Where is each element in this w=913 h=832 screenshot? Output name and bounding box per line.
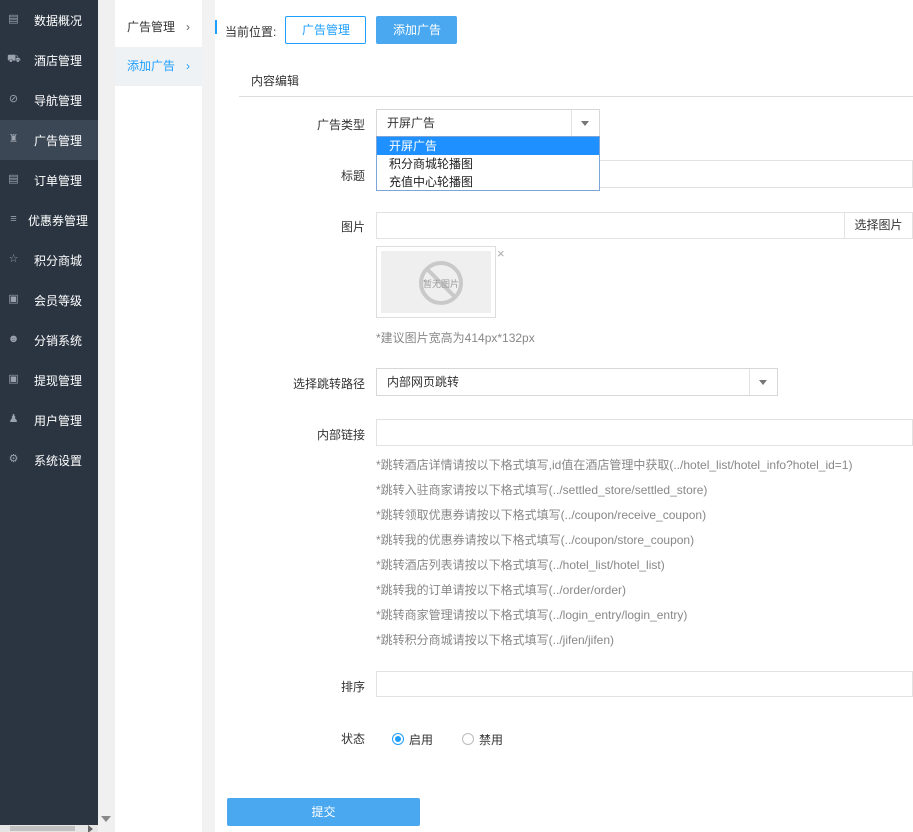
inner-link-hint: *跳转酒店列表请按以下格式填写(../hotel_list/hotel_list… [376,558,665,572]
ad-type-select[interactable]: 开屏广告 [376,109,600,137]
sidebar-item-coupons[interactable]: ≡ 优惠券管理 [0,200,98,240]
breadcrumb-label: 当前位置: [225,25,277,39]
ad-type-option-splash[interactable]: 开屏广告 [377,137,599,155]
status-disabled-radio[interactable] [462,733,474,745]
main-content: 当前位置: 广告管理 添加广告 内容编辑 广告类型 开屏广告 开屏广告 积分商城… [215,0,913,832]
inner-link-hint: *跳转领取优惠券请按以下格式填写(../coupon/receive_coupo… [376,508,707,522]
section-title: 内容编辑 [251,74,300,88]
sidebar-item-distribution[interactable]: ☻ 分销系统 [0,320,98,360]
sort-label: 排序 [340,680,365,694]
title-label: 标题 [340,169,365,183]
subnav-item-label: 广告管理 [127,20,176,34]
sidebar-item-navigation[interactable]: ⊘ 导航管理 [0,80,98,120]
scroll-right-arrow-icon[interactable] [88,825,93,832]
sidebar-item-users[interactable]: ♟ 用户管理 [0,400,98,440]
sidebar-scrollbar[interactable] [98,0,115,832]
image-path-input[interactable] [376,212,845,239]
sidebar-item-hotel[interactable]: ⛟ 酒店管理 [0,40,98,80]
scrollbar-thumb[interactable] [10,826,75,831]
sidebar-item-data-overview[interactable]: ▤ 数据概况 [0,0,98,40]
ad-type-value: 开屏广告 [387,116,436,130]
chevron-right-icon: › [186,59,190,73]
sidebar-item-member-level[interactable]: ▣ 会员等级 [0,280,98,320]
inner-link-label: 内部链接 [316,428,365,442]
inner-link-hint: *跳转入驻商家请按以下格式填写(../settled_store/settled… [376,483,708,497]
horizontal-scrollbar[interactable] [0,825,98,832]
jump-path-select[interactable]: 内部网页跳转 [376,368,778,396]
main-sidebar: ▤ 数据概况 ⛟ 酒店管理 ⊘ 导航管理 ♜ 广告管理 ▤ 订单管理 ≡ 优惠券… [0,0,98,832]
ad-type-option-points-carousel[interactable]: 积分商城轮播图 [377,155,599,173]
inner-link-hint: *跳转商家管理请按以下格式填写(../login_entry/login_ent… [376,608,688,622]
breadcrumb-add-ad-button[interactable]: 添加广告 [376,16,457,44]
image-label: 图片 [340,220,365,234]
inner-link-hint: *跳转我的订单请按以下格式填写(../order/order) [376,583,627,597]
sidebar-item-orders[interactable]: ▤ 订单管理 [0,160,98,200]
subnav-item-label: 添加广告 [127,59,176,73]
sidebar-item-settings[interactable]: ⚙ 系统设置 [0,440,98,480]
breadcrumb-ad-management-button[interactable]: 广告管理 [285,16,366,44]
chevron-right-icon: › [186,20,190,34]
inner-link-input[interactable] [376,419,913,446]
subnav-item-ad-management[interactable]: 广告管理 › [115,8,202,47]
select-image-button[interactable]: 选择图片 [844,212,913,239]
ad-type-dropdown: 开屏广告 积分商城轮播图 充值中心轮播图 [376,136,600,191]
divider [239,96,913,97]
image-preview: 暂无图片 [376,246,496,318]
status-disabled-label[interactable]: 禁用 [479,731,503,748]
ad-type-option-recharge-carousel[interactable]: 充值中心轮播图 [377,173,599,191]
subnav-item-add-ad[interactable]: 添加广告 › [115,47,202,86]
sidebar-item-points-mall[interactable]: ☆ 积分商城 [0,240,98,280]
sub-navigation: 广告管理 › 添加广告 › [115,0,202,832]
status-enabled-radio[interactable] [392,733,404,745]
status-label: 状态 [340,732,365,746]
breadcrumb-marker [215,20,217,34]
image-placeholder: 暂无图片 [381,251,491,313]
sidebar-item-withdraw[interactable]: ▣ 提现管理 [0,360,98,400]
chevron-down-icon [749,369,777,395]
no-image-icon: 暂无图片 [419,261,463,305]
inner-link-hint: *跳转酒店详情请按以下格式填写,id值在酒店管理中获取(../hotel_lis… [376,458,853,472]
submit-button[interactable]: 提交 [227,798,420,826]
jump-path-value: 内部网页跳转 [387,375,460,389]
no-image-text: 暂无图片 [423,278,459,290]
inner-link-hint: *跳转我的优惠券请按以下格式填写(../coupon/store_coupon) [376,533,695,547]
jump-path-label: 选择跳转路径 [292,377,365,391]
ad-type-label: 广告类型 [316,118,365,132]
inner-link-hint: *跳转积分商城请按以下格式填写(../jifen/jifen) [376,633,615,647]
scroll-down-arrow-icon[interactable] [101,816,111,822]
status-enabled-label[interactable]: 启用 [409,731,433,748]
chevron-down-icon [571,110,599,136]
sidebar-item-ads[interactable]: ♜ 广告管理 [0,120,98,160]
close-icon[interactable]: × [497,246,505,261]
sort-input[interactable] [376,671,913,697]
image-size-hint: *建议图片宽高为414px*132px [376,331,535,345]
